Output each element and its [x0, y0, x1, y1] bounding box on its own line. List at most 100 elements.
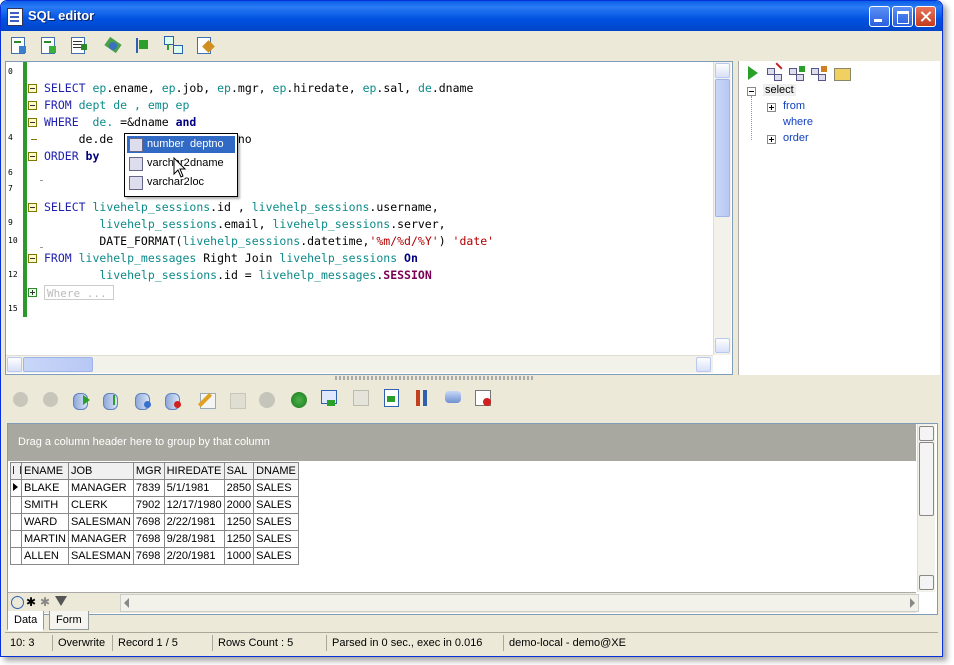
tab-form[interactable]: Form	[49, 611, 89, 630]
scroll-left-button[interactable]	[7, 357, 22, 372]
sql-save-icon[interactable]	[69, 36, 89, 56]
cell[interactable]: 2000	[223, 496, 255, 514]
table-row[interactable]: BLAKE MANAGER 7839 5/1/1981 2850 SALES	[10, 479, 299, 497]
import-icon[interactable]	[351, 388, 371, 408]
cell[interactable]: 2850	[223, 479, 255, 497]
edit-record-icon[interactable]	[197, 390, 217, 410]
scroll-down-button[interactable]	[715, 338, 730, 353]
cell[interactable]: SALESMAN	[67, 547, 134, 565]
table-row[interactable]: MARTIN MANAGER 7698 9/28/1981 1250 SALES	[10, 530, 299, 548]
cell[interactable]: MANAGER	[67, 530, 134, 548]
column-header-sal[interactable]: SAL	[223, 462, 255, 480]
funnel-icon[interactable]	[55, 596, 67, 606]
sql-check-icon[interactable]	[195, 36, 215, 56]
column-header-ename[interactable]: ENAME	[21, 462, 69, 480]
scroll-up-button[interactable]	[919, 426, 934, 441]
scroll-up-button[interactable]	[715, 63, 730, 78]
fold-toggle[interactable]	[28, 254, 37, 263]
add-filter-icon[interactable]: ✱	[26, 595, 36, 609]
cell[interactable]: SALES	[253, 513, 299, 531]
cell[interactable]: BLAKE	[21, 479, 69, 497]
cell[interactable]: MARTIN	[21, 530, 69, 548]
sql-step-icon[interactable]	[133, 36, 153, 56]
title-bar[interactable]: SQL editor	[1, 1, 942, 31]
sql-plan-icon[interactable]	[163, 35, 183, 55]
refresh-grid-icon[interactable]	[11, 596, 24, 609]
grid-vertical-scrollbar[interactable]	[917, 424, 935, 592]
filter-icon[interactable]	[443, 388, 463, 408]
next-record-icon[interactable]	[71, 390, 91, 410]
table-row[interactable]: SMITH CLERK 7902 12/17/1980 2000 SALES	[10, 496, 299, 514]
sql-execute-icon[interactable]	[103, 36, 123, 56]
prior-record-icon[interactable]	[41, 390, 61, 410]
cell[interactable]: CLERK	[67, 496, 134, 514]
cell[interactable]: SALES	[253, 547, 299, 565]
fold-expand[interactable]	[28, 288, 37, 297]
tools-icon[interactable]	[413, 388, 433, 408]
sql-editor[interactable]: 0 4 6 7 9 10 12 15 SELECT ep.ename, ep.j…	[5, 61, 733, 375]
cell[interactable]: SALES	[253, 496, 299, 514]
commit-icon[interactable]	[381, 388, 401, 408]
cell[interactable]: SALES	[253, 479, 299, 497]
group-by-panel[interactable]: Drag a column header here to group by th…	[8, 424, 916, 461]
tree-expand-toggle[interactable]	[767, 135, 776, 144]
tree-node-select[interactable]: select	[763, 84, 796, 96]
fold-toggle[interactable]	[28, 118, 37, 127]
table-row[interactable]: ALLEN SALESMAN 7698 2/20/1981 1000 SALES	[10, 547, 299, 565]
tree-node-where[interactable]: where	[783, 116, 813, 128]
scroll-right-icon[interactable]	[910, 598, 915, 608]
scroll-thumb[interactable]	[715, 79, 730, 217]
scroll-left-icon[interactable]	[124, 598, 129, 608]
cell[interactable]: 12/17/1980	[163, 496, 225, 514]
cell[interactable]: WARD	[21, 513, 69, 531]
tree-props-icon[interactable]	[832, 64, 852, 84]
cancel-edit-icon[interactable]	[257, 390, 277, 410]
run-icon[interactable]	[745, 64, 765, 84]
column-header-job[interactable]: JOB	[67, 462, 134, 480]
row-indicator-header[interactable]	[10, 462, 22, 480]
cell[interactable]: 1250	[223, 530, 255, 548]
fold-toggle[interactable]	[28, 84, 37, 93]
cell[interactable]: 2/22/1981	[163, 513, 225, 531]
cell[interactable]: 7902	[132, 496, 165, 514]
cell[interactable]: SALESMAN	[67, 513, 134, 531]
fold-toggle[interactable]	[28, 101, 37, 110]
editor-vertical-scrollbar[interactable]	[713, 62, 731, 355]
table-row[interactable]: WARD SALESMAN 7698 2/22/1981 1250 SALES	[10, 513, 299, 531]
insert-record-icon[interactable]	[133, 390, 153, 410]
cell[interactable]: 7839	[132, 479, 165, 497]
tree-expand-toggle[interactable]	[767, 103, 776, 112]
column-header-dname[interactable]: DNAME	[253, 462, 299, 480]
sql-open-icon[interactable]	[39, 36, 59, 56]
cell[interactable]: SALES	[253, 530, 299, 548]
cell[interactable]: 7698	[132, 530, 165, 548]
scroll-thumb[interactable]	[23, 357, 93, 372]
sql-new-icon[interactable]	[9, 36, 29, 56]
first-record-icon[interactable]	[11, 390, 31, 410]
cell[interactable]: 1250	[223, 513, 255, 531]
delete-record-icon[interactable]	[163, 390, 183, 410]
grid-horizontal-scrollbar[interactable]	[120, 594, 919, 612]
editor-horizontal-scrollbar[interactable]	[6, 355, 713, 373]
tree-add-icon[interactable]	[787, 64, 807, 84]
cell[interactable]: SMITH	[21, 496, 69, 514]
cell[interactable]: 1000	[223, 547, 255, 565]
scroll-down-button[interactable]	[919, 575, 934, 590]
tab-data[interactable]: Data	[7, 611, 45, 631]
column-header-hiredate[interactable]: HIREDATE	[163, 462, 225, 480]
remove-filter-icon[interactable]: ✱	[40, 595, 50, 609]
scroll-right-button[interactable]	[696, 357, 711, 372]
scroll-thumb[interactable]	[919, 442, 934, 516]
refresh-icon[interactable]	[289, 390, 309, 410]
column-header-mgr[interactable]: MGR	[132, 462, 165, 480]
where-placeholder[interactable]: Where ...	[44, 285, 114, 300]
tree-node-order[interactable]: order	[783, 132, 809, 144]
tree-delete-icon[interactable]	[765, 62, 785, 84]
cell[interactable]: 5/1/1981	[163, 479, 225, 497]
cell[interactable]: ALLEN	[21, 547, 69, 565]
cell[interactable]: 9/28/1981	[163, 530, 225, 548]
fold-toggle[interactable]	[28, 203, 37, 212]
last-record-icon[interactable]	[101, 390, 121, 410]
maximize-button[interactable]	[892, 6, 913, 27]
cell[interactable]: 2/20/1981	[163, 547, 225, 565]
